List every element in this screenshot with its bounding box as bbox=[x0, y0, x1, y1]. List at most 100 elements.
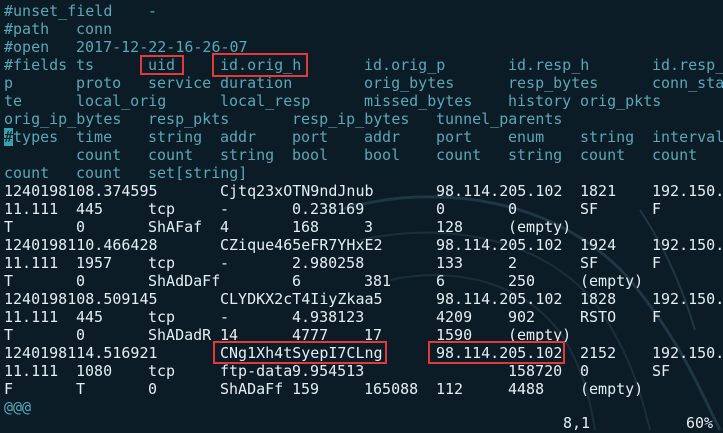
terminal-cell: 1957 bbox=[76, 254, 113, 272]
terminal-cell: T bbox=[76, 380, 86, 398]
status-position: 8,1 bbox=[563, 414, 591, 432]
terminal-cell: RSTO bbox=[580, 308, 617, 326]
terminal-cell: 0 bbox=[508, 200, 518, 218]
terminal-cell: 2152 bbox=[580, 344, 617, 362]
terminal-cell: - bbox=[220, 308, 230, 326]
terminal-line: #unset_field - bbox=[0, 2, 723, 20]
terminal-cell: te bbox=[4, 92, 23, 110]
terminal-cell: resp_ip_bytes bbox=[292, 110, 410, 128]
terminal-cell: proto bbox=[76, 74, 122, 92]
terminal-line: F T 0 ShADaFf 159 165088 112 4488 (empty) bbox=[0, 380, 723, 398]
terminal-cell: addr bbox=[220, 128, 257, 146]
terminal-cell: count bbox=[76, 146, 122, 164]
terminal-cell: id.orig_p bbox=[364, 56, 446, 74]
terminal-cell: local_orig bbox=[76, 92, 167, 110]
terminal-cell: - bbox=[148, 2, 158, 20]
terminal-cell: 1240198110.466428 bbox=[4, 236, 158, 254]
terminal-cell: F bbox=[652, 200, 662, 218]
terminal-cell: 1240198114.516921 bbox=[4, 344, 158, 362]
terminal-cell: 128 bbox=[436, 218, 464, 236]
terminal-cell: 112 bbox=[436, 380, 464, 398]
terminal-cell: duration bbox=[220, 74, 293, 92]
terminal-cell: ShAdDaFf bbox=[148, 272, 221, 290]
terminal-cell: #types bbox=[4, 128, 59, 146]
terminal-cell: 1828 bbox=[580, 290, 617, 308]
terminal-cell: id.orig_h bbox=[220, 56, 302, 74]
terminal-cell: ShADaFf bbox=[220, 380, 284, 398]
terminal-cell: #path bbox=[4, 20, 50, 38]
terminal-cell: interval bbox=[652, 128, 723, 146]
terminal-cell: 902 bbox=[508, 308, 536, 326]
terminal-cell: ftp-data bbox=[220, 362, 293, 380]
terminal-line: 11.111 445 tcp - 4.938123 4209 902 RSTO F bbox=[0, 308, 723, 326]
terminal-cell: F bbox=[652, 254, 662, 272]
terminal-line: te local_orig local_resp missed_bytes histor… bbox=[0, 92, 723, 110]
terminal-cell: resp_pkts bbox=[148, 110, 230, 128]
terminal-cell: Cjtq23xOTN9ndJnub bbox=[220, 182, 374, 200]
terminal-cell: 14 bbox=[220, 326, 239, 344]
terminal-cell: 4.938123 bbox=[292, 308, 365, 326]
terminal-cell: tcp bbox=[148, 362, 176, 380]
terminal-cell: history bbox=[508, 92, 572, 110]
terminal-line: count count string bool bool count string count… bbox=[0, 146, 723, 164]
terminal-cell: #fields bbox=[4, 56, 68, 74]
terminal-cell: p bbox=[4, 74, 14, 92]
terminal-cell: F bbox=[652, 308, 662, 326]
text-cursor: # bbox=[4, 128, 14, 146]
terminal-cell: 0 bbox=[76, 272, 86, 290]
terminal-cell: count bbox=[580, 146, 626, 164]
terminal-cell: port bbox=[436, 128, 473, 146]
terminal-cell: (empty) bbox=[580, 272, 644, 290]
terminal-cell: 2017-12-22-16-26-07 bbox=[76, 38, 248, 56]
terminal-cell: string bbox=[148, 128, 203, 146]
terminal-cell: string bbox=[508, 146, 563, 164]
terminal-cell: SF bbox=[580, 254, 599, 272]
terminal-cell: - bbox=[220, 200, 230, 218]
terminal-cell: tcp bbox=[148, 308, 176, 326]
terminal-cell: 250 bbox=[508, 272, 536, 290]
terminal-cell: (empty) bbox=[580, 380, 644, 398]
terminal-line: 1240198114.516921 CNg1Xh4tSyepI7CLng 98.11… bbox=[0, 344, 723, 362]
terminal-cell: ts bbox=[76, 56, 95, 74]
terminal-cell: 1080 bbox=[76, 362, 113, 380]
terminal-cell: T bbox=[4, 272, 14, 290]
terminal-cell: (empty) bbox=[508, 326, 572, 344]
terminal-cell: id.resp_h bbox=[508, 56, 590, 74]
terminal-cell: tcp bbox=[148, 200, 176, 218]
terminal-cell: uid bbox=[148, 56, 176, 74]
terminal-cell: 192.150. bbox=[652, 344, 723, 362]
terminal-line: count count set[string] bbox=[0, 164, 723, 182]
terminal-cell: 381 bbox=[364, 272, 392, 290]
terminal-screen[interactable]: #unset_field - #path conn #open 2017-12-22-16… bbox=[0, 0, 723, 433]
terminal-line: 11.111 445 tcp - 0.238169 0 0 SF F bbox=[0, 200, 723, 218]
terminal-cell: 4 bbox=[220, 218, 230, 236]
terminal-cell: F bbox=[4, 380, 14, 398]
terminal-cell: 1590 bbox=[436, 326, 473, 344]
terminal-cell: SF bbox=[580, 200, 599, 218]
terminal-cell: 98.114.205.102 bbox=[436, 236, 563, 254]
terminal-line: @@@ bbox=[0, 398, 723, 416]
terminal-cell: count bbox=[148, 146, 194, 164]
terminal-cell: 133 bbox=[436, 254, 464, 272]
terminal-line: 1240198108.509145 CLYDKX2cT4IiyZkaa5 98.11… bbox=[0, 290, 723, 308]
terminal-cell: 2 bbox=[508, 254, 518, 272]
terminal-cell: 4209 bbox=[436, 308, 473, 326]
terminal-cell: time bbox=[76, 128, 113, 146]
terminal-cell: #unset_field bbox=[4, 2, 113, 20]
terminal-cell: - bbox=[220, 254, 230, 272]
terminal-cell: string bbox=[220, 146, 275, 164]
terminal-cell: 0 bbox=[580, 362, 590, 380]
terminal-cell: 165088 bbox=[364, 380, 419, 398]
terminal-line: #open 2017-12-22-16-26-07 bbox=[0, 38, 723, 56]
terminal-cell: 192.150. bbox=[652, 236, 723, 254]
terminal-cell: CLYDKX2cT4IiyZkaa5 bbox=[220, 290, 383, 308]
terminal-line: #types time string addr port addr port enum stri… bbox=[0, 128, 723, 146]
terminal-cell: ShAFaf bbox=[148, 218, 203, 236]
terminal-cell: 0 bbox=[436, 200, 446, 218]
terminal-cell: 17 bbox=[364, 326, 383, 344]
terminal-line: T 0 ShAdDaFf 6 381 6 250 (empty) bbox=[0, 272, 723, 290]
terminal-cell: count bbox=[76, 164, 122, 182]
terminal-cell: 1240198108.509145 bbox=[4, 290, 158, 308]
terminal-line: 11.111 1957 tcp - 2.980258 133 2 SF F bbox=[0, 254, 723, 272]
terminal-cell: 168 bbox=[292, 218, 320, 236]
